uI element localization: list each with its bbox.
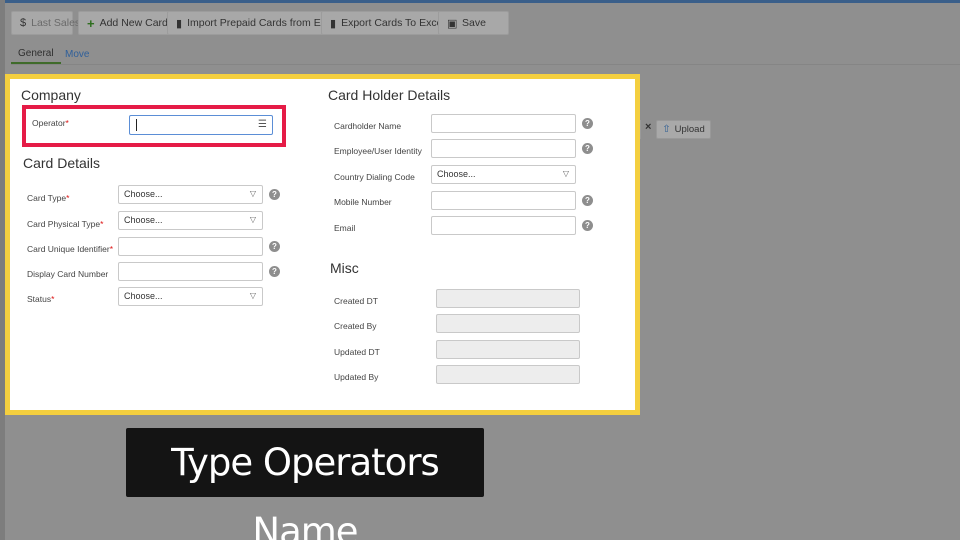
upload-icon: ⇧ xyxy=(662,124,671,135)
import-prepaid-cards-button[interactable]: ▮ Import Prepaid Cards from Excel xyxy=(167,11,339,35)
upload-button[interactable]: ⇧ Upload xyxy=(656,120,711,139)
required-mark: * xyxy=(100,219,104,229)
country-dialing-code-label: Country Dialing Code xyxy=(334,172,415,182)
help-icon[interactable]: ? xyxy=(582,118,593,129)
list-icon[interactable]: ☰ xyxy=(258,119,267,130)
form-panel: Company Operator* ☰ Card Details Card Ty… xyxy=(5,74,640,415)
save-icon: ▣ xyxy=(447,17,458,30)
mobile-number-label: Mobile Number xyxy=(334,197,392,207)
operator-input[interactable]: ☰ xyxy=(129,115,273,135)
display-card-number-input[interactable] xyxy=(118,262,263,281)
misc-title: Misc xyxy=(330,260,359,276)
export-cards-button[interactable]: ▮ Export Cards To Excel xyxy=(321,11,445,35)
add-new-card-button[interactable]: + Add New Card xyxy=(78,11,173,35)
created-by-label: Created By xyxy=(334,321,377,331)
created-dt-label: Created DT xyxy=(334,296,378,306)
save-button[interactable]: ▣ Save xyxy=(438,11,509,35)
card-type-label: Card Type* xyxy=(27,193,69,203)
tab-general[interactable]: General xyxy=(11,48,61,64)
card-type-select[interactable]: Choose... ▽ xyxy=(118,185,263,204)
chevron-down-icon: ▽ xyxy=(249,291,256,300)
chevron-down-icon: ▽ xyxy=(249,189,256,198)
mobile-number-input[interactable] xyxy=(431,191,576,210)
help-icon[interactable]: ? xyxy=(269,241,280,252)
card-physical-type-value: Choose... xyxy=(124,215,163,225)
status-value: Choose... xyxy=(124,291,163,301)
export-cards-label: Export Cards To Excel xyxy=(341,17,445,29)
updated-dt-label: Updated DT xyxy=(334,347,380,357)
country-dialing-code-select[interactable]: Choose... ▽ xyxy=(431,165,576,184)
file-export-icon: ▮ xyxy=(330,17,337,30)
help-icon[interactable]: ? xyxy=(269,189,280,200)
updated-by-field xyxy=(436,365,580,384)
updated-by-label: Updated By xyxy=(334,372,379,382)
plus-icon: + xyxy=(87,15,95,31)
clear-icon[interactable]: × xyxy=(645,121,651,133)
tab-bar: General Move xyxy=(11,43,960,65)
required-mark: * xyxy=(51,294,55,304)
operator-label: Operator* xyxy=(32,118,69,128)
created-by-field xyxy=(436,314,580,333)
card-unique-identifier-label: Card Unique Identifier* xyxy=(27,244,113,254)
country-dialing-code-value: Choose... xyxy=(437,169,476,179)
card-type-value: Choose... xyxy=(124,189,163,199)
card-details-title: Card Details xyxy=(23,155,101,171)
help-icon[interactable]: ? xyxy=(269,266,280,277)
import-prepaid-label: Import Prepaid Cards from Excel xyxy=(187,17,340,29)
created-dt-field xyxy=(436,289,580,308)
upload-label: Upload xyxy=(674,124,705,135)
required-mark: * xyxy=(109,244,113,254)
text-cursor xyxy=(136,119,137,131)
chevron-down-icon: ▽ xyxy=(249,215,256,224)
card-holder-details-title: Card Holder Details xyxy=(328,87,451,103)
display-card-number-label: Display Card Number xyxy=(27,269,109,279)
chevron-down-icon: ▽ xyxy=(562,169,569,178)
card-physical-type-label-text: Card Physical Type xyxy=(27,219,101,229)
employee-identity-input[interactable] xyxy=(431,139,576,158)
card-type-label-text: Card Type xyxy=(27,193,67,203)
required-mark: * xyxy=(66,193,70,203)
operator-label-text: Operator xyxy=(32,118,66,128)
required-mark: * xyxy=(65,118,69,128)
cardholder-name-input[interactable] xyxy=(431,114,576,133)
window-top-bar xyxy=(0,0,960,3)
company-title: Company xyxy=(21,87,81,103)
save-label: Save xyxy=(462,17,486,29)
status-label-text: Status xyxy=(27,294,52,304)
last-sales-label: Last Sales xyxy=(31,17,81,29)
add-new-card-label: Add New Card xyxy=(99,17,168,29)
help-icon[interactable]: ? xyxy=(582,143,593,154)
card-unique-identifier-label-text: Card Unique Identifier xyxy=(27,244,110,254)
employee-identity-label: Employee/User Identity xyxy=(334,146,422,156)
card-physical-type-label: Card Physical Type* xyxy=(27,219,103,229)
updated-dt-field xyxy=(436,340,580,359)
operator-highlight: Operator* ☰ xyxy=(22,105,286,147)
cardholder-name-label: Cardholder Name xyxy=(334,121,402,131)
dollar-icon: $ xyxy=(20,17,27,29)
card-unique-identifier-input[interactable] xyxy=(118,237,263,256)
email-input[interactable] xyxy=(431,216,576,235)
email-label: Email xyxy=(334,223,356,233)
instruction-caption: Type Operators Name xyxy=(126,428,484,540)
help-icon[interactable]: ? xyxy=(582,220,593,231)
tab-move[interactable]: Move xyxy=(65,49,89,60)
card-physical-type-select[interactable]: Choose... ▽ xyxy=(118,211,263,230)
status-select[interactable]: Choose... ▽ xyxy=(118,287,263,306)
last-sales-button[interactable]: $ Last Sales xyxy=(11,11,80,35)
help-icon[interactable]: ? xyxy=(582,195,593,206)
file-excel-icon: ▮ xyxy=(176,17,183,30)
status-label: Status* xyxy=(27,294,54,304)
